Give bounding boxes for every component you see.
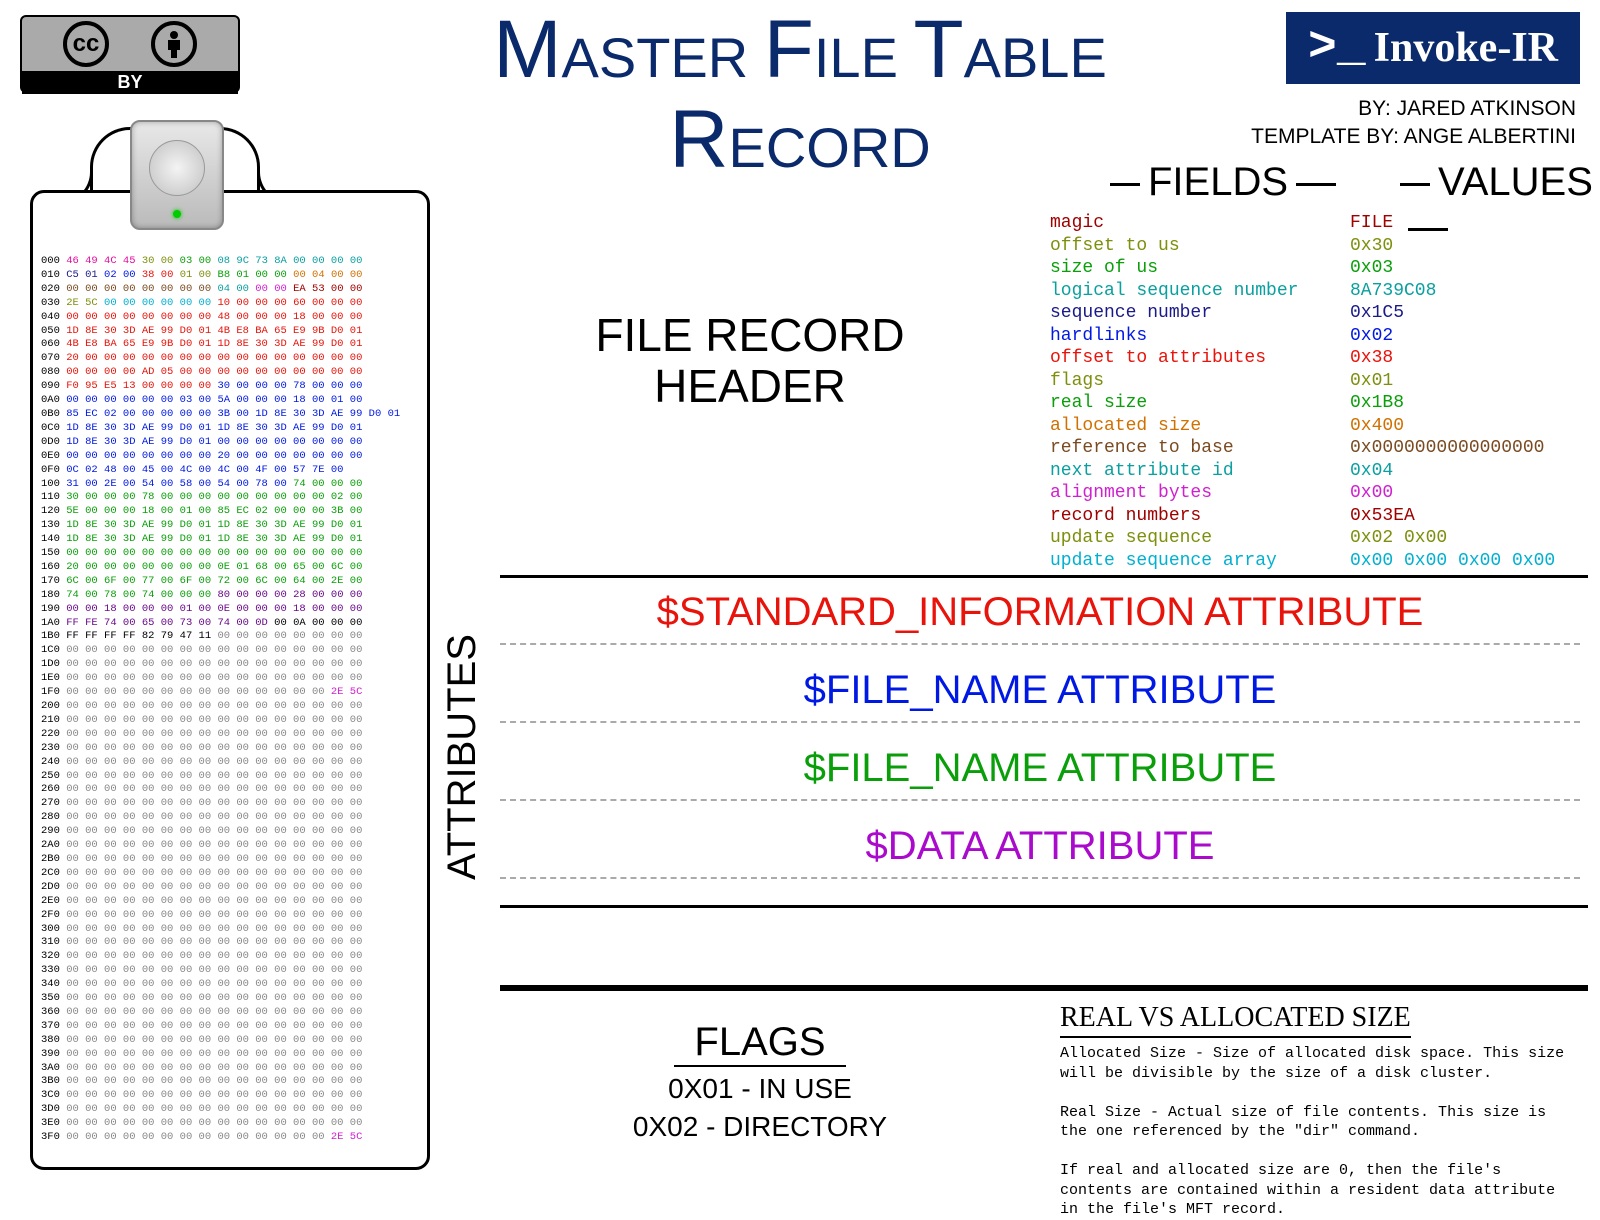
field-name: reference to base <box>1050 437 1350 460</box>
rv-p1: Allocated Size - Size of allocated disk … <box>1060 1044 1580 1083</box>
separator-3 <box>500 985 1588 991</box>
field-name: record numbers <box>1050 505 1350 528</box>
fields-header: FIELDS <box>1110 160 1336 205</box>
field-row: real size 0x1B8 <box>1050 392 1570 415</box>
field-value: 0x02 <box>1350 325 1570 348</box>
field-value: FILE <box>1350 212 1570 235</box>
field-name: update sequence array <box>1050 550 1350 573</box>
field-name: hardlinks <box>1050 325 1350 348</box>
field-row: next attribute id 0x04 <box>1050 460 1570 483</box>
real-vs-allocated-box: REAL VS ALLOCATED SIZE Allocated Size - … <box>1060 1000 1580 1220</box>
field-name: next attribute id <box>1050 460 1350 483</box>
field-name: sequence number <box>1050 302 1350 325</box>
field-value: 0x04 <box>1350 460 1570 483</box>
field-row: offset to attributes 0x38 <box>1050 347 1570 370</box>
rv-p3: If real and allocated size are 0, then t… <box>1060 1161 1580 1220</box>
field-row: allocated size 0x400 <box>1050 415 1570 438</box>
by-icon <box>151 21 197 67</box>
rv-p2: Real Size - Actual size of file contents… <box>1060 1103 1580 1142</box>
hex-dump: 000 46 49 4C 45 30 00 03 00 08 9C 73 8A … <box>41 255 419 1145</box>
field-value: 0x01 <box>1350 370 1570 393</box>
cc-by-text: BY <box>22 71 238 94</box>
field-name: size of us <box>1050 257 1350 280</box>
author-credit: BY: JARED ATKINSON <box>1251 95 1576 123</box>
field-row: update sequence 0x02 0x00 <box>1050 527 1570 550</box>
file-name-attribute-2: $FILE_NAME ATTRIBUTE <box>500 746 1580 801</box>
hdd-icon <box>130 120 224 230</box>
field-value: 8A739C08 <box>1350 280 1570 303</box>
separator-1 <box>500 575 1588 578</box>
field-name: offset to us <box>1050 235 1350 258</box>
field-value: 0x00 <box>1350 482 1570 505</box>
separator-2 <box>500 905 1588 908</box>
field-value: 0x400 <box>1350 415 1570 438</box>
field-value: 0x0000000000000000 <box>1350 437 1570 460</box>
field-value: 0x1B8 <box>1350 392 1570 415</box>
invoke-ir-text: Invoke-IR <box>1374 24 1558 72</box>
template-credit: TEMPLATE BY: ANGE ALBERTINI <box>1251 123 1576 151</box>
field-row: alignment bytes 0x00 <box>1050 482 1570 505</box>
attributes-label: ATTRIBUTES <box>440 634 485 880</box>
rv-header: REAL VS ALLOCATED SIZE <box>1060 1000 1411 1038</box>
flags-line-1: 0X01 - IN USE <box>580 1073 940 1105</box>
field-name: logical sequence number <box>1050 280 1350 303</box>
field-row: magic FILE <box>1050 212 1570 235</box>
file-name-attribute-1: $FILE_NAME ATTRIBUTE <box>500 668 1580 723</box>
file-record-header-label: FILE RECORDHEADER <box>540 310 960 411</box>
field-value: 0x03 <box>1350 257 1570 280</box>
field-row: logical sequence number 8A739C08 <box>1050 280 1570 303</box>
field-row: offset to us 0x30 <box>1050 235 1570 258</box>
field-row: record numbers 0x53EA <box>1050 505 1570 528</box>
field-value: 0x38 <box>1350 347 1570 370</box>
field-row: update sequence array 0x00 0x00 0x00 0x0… <box>1050 550 1570 573</box>
field-value: 0x53EA <box>1350 505 1570 528</box>
hex-dump-panel: 000 46 49 4C 45 30 00 03 00 08 9C 73 8A … <box>30 190 430 1170</box>
field-name: update sequence <box>1050 527 1350 550</box>
field-value: 0x30 <box>1350 235 1570 258</box>
invoke-ir-badge: >_ Invoke-IR <box>1286 12 1580 84</box>
flags-box: FLAGS 0X01 - IN USE 0X02 - DIRECTORY <box>580 1020 940 1143</box>
standard-information-attribute: $STANDARD_INFORMATION ATTRIBUTE <box>500 590 1580 645</box>
field-row: flags 0x01 <box>1050 370 1570 393</box>
field-row: size of us 0x03 <box>1050 257 1570 280</box>
field-row: reference to base 0x0000000000000000 <box>1050 437 1570 460</box>
field-name: alignment bytes <box>1050 482 1350 505</box>
flags-header: FLAGS <box>674 1020 845 1067</box>
field-name: offset to attributes <box>1050 347 1350 370</box>
page-title: MASTER FILE TABLE RECORD <box>493 5 1107 185</box>
credits: BY: JARED ATKINSON TEMPLATE BY: ANGE ALB… <box>1251 95 1576 152</box>
field-name: flags <box>1050 370 1350 393</box>
field-name: real size <box>1050 392 1350 415</box>
field-value-table: magic FILE offset to us 0x30 size of us … <box>1050 212 1570 572</box>
prompt-icon: >_ <box>1308 34 1366 63</box>
flags-line-2: 0X02 - DIRECTORY <box>580 1111 940 1143</box>
field-value: 0x1C5 <box>1350 302 1570 325</box>
field-row: sequence number 0x1C5 <box>1050 302 1570 325</box>
cc-by-badge: cc BY <box>20 15 240 93</box>
field-name: magic <box>1050 212 1350 235</box>
field-value: 0x02 0x00 <box>1350 527 1570 550</box>
field-value: 0x00 0x00 0x00 0x00 <box>1350 550 1570 573</box>
field-row: hardlinks 0x02 <box>1050 325 1570 348</box>
field-name: allocated size <box>1050 415 1350 438</box>
data-attribute: $DATA ATTRIBUTE <box>500 824 1580 879</box>
cc-icon: cc <box>63 21 109 67</box>
